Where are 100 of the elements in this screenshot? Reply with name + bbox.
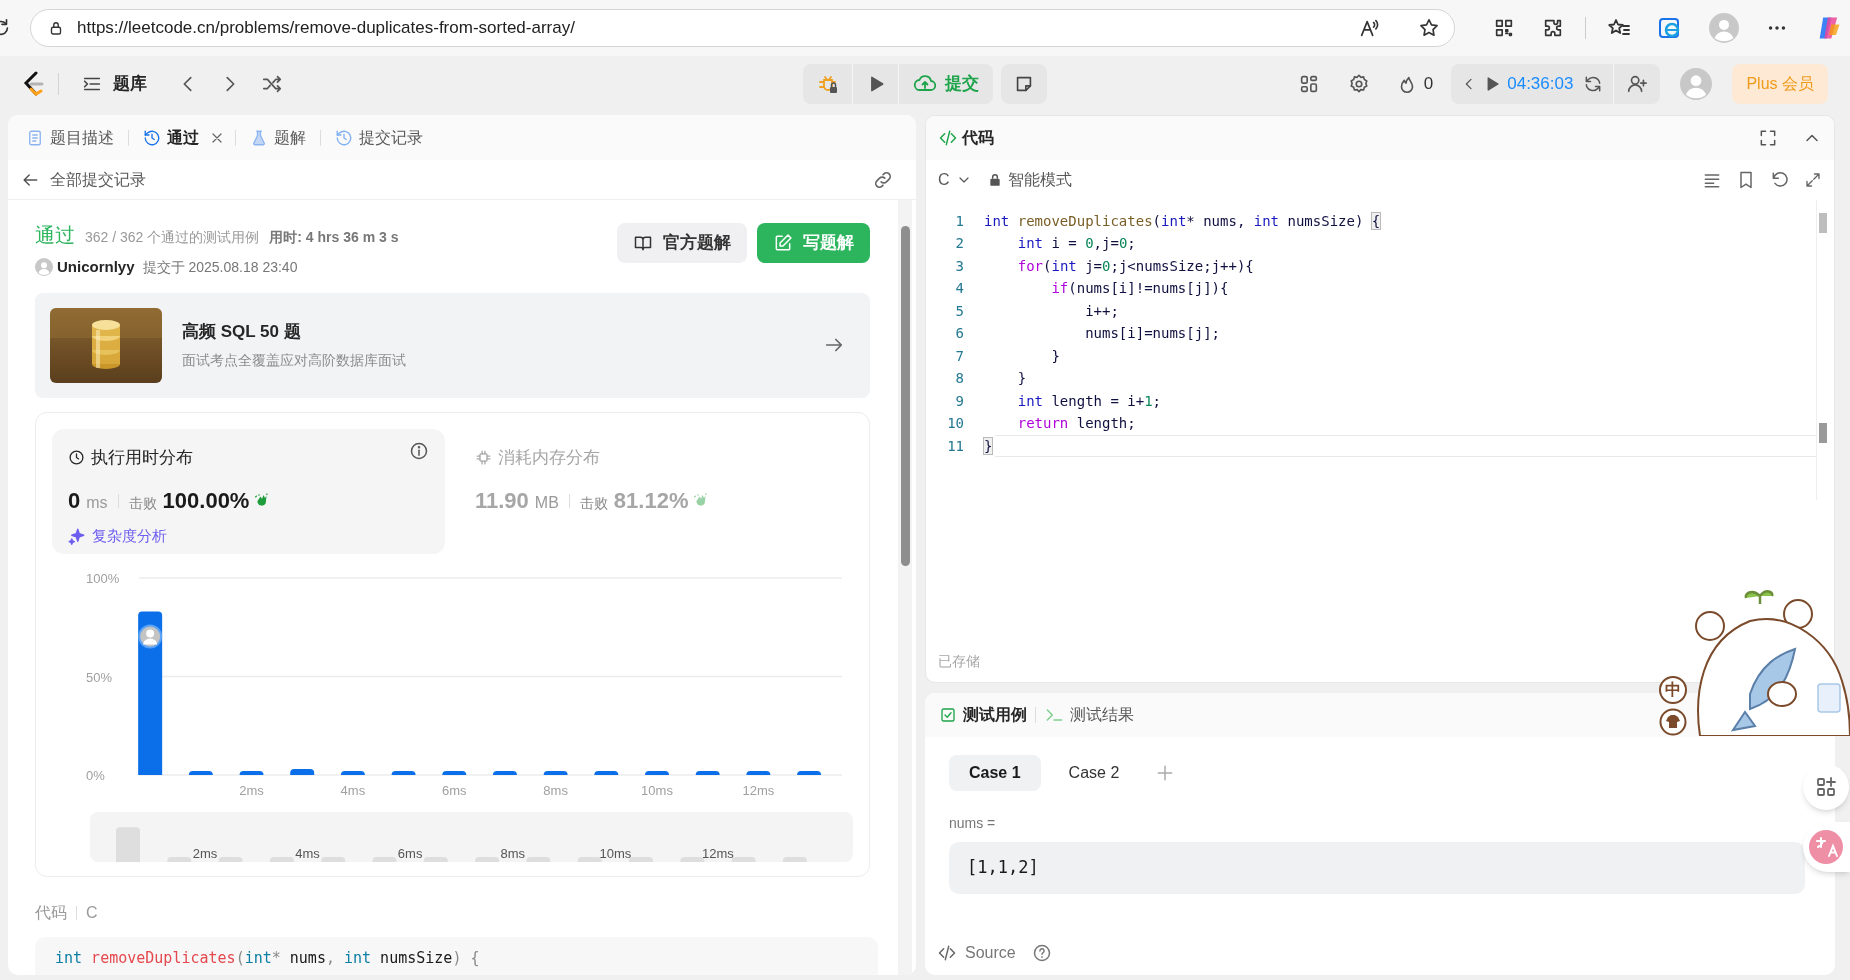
- saved-status: 已存储: [938, 652, 980, 671]
- add-widget-icon[interactable]: [1814, 775, 1838, 799]
- code-line: for(int j=0;j<numsSize;j++){: [1016, 256, 1254, 276]
- testcase-count: 362 / 362 个通过的测试用例: [85, 228, 260, 247]
- parameter-input[interactable]: [1,1,2]: [949, 842, 1805, 894]
- add-user-icon[interactable]: [1626, 73, 1649, 95]
- bar[interactable]: [492, 770, 517, 775]
- favorite-star-icon[interactable]: [1418, 17, 1440, 39]
- help-icon[interactable]: [1031, 943, 1052, 963]
- panel-tab[interactable]: 题目描述: [22, 122, 118, 153]
- panel-tab[interactable]: 提交记录: [331, 122, 427, 153]
- stat-value: 11.90: [475, 487, 529, 515]
- username-link[interactable]: Unicornlyy: [57, 256, 135, 279]
- bar[interactable]: [543, 770, 568, 775]
- overview-bar: [372, 856, 397, 862]
- bar[interactable]: [290, 768, 315, 775]
- problem-list-button[interactable]: 题库: [73, 67, 155, 101]
- code-line: return length;: [1016, 414, 1136, 434]
- overview-label: 6ms: [397, 845, 423, 861]
- read-aloud-icon[interactable]: [1358, 17, 1380, 39]
- extension-icon[interactable]: [1542, 17, 1564, 39]
- back-link[interactable]: 全部提交记录: [50, 167, 146, 192]
- shirt-icon[interactable]: [1659, 708, 1687, 736]
- bar[interactable]: [594, 770, 619, 775]
- panel-tab[interactable]: 题解: [246, 122, 310, 153]
- overview-bar: [269, 856, 294, 862]
- history-icon: [143, 128, 161, 147]
- case-tab[interactable]: Case 1: [949, 755, 1041, 791]
- code-line: i++;: [1084, 301, 1119, 321]
- scrollbar[interactable]: [898, 200, 912, 975]
- code-line: nums[i]=nums[j];: [1084, 324, 1220, 344]
- bar[interactable]: [746, 770, 771, 775]
- code-label: 代码: [35, 902, 67, 923]
- fullscreen-icon[interactable]: [1758, 128, 1778, 148]
- scrollbar[interactable]: [1816, 200, 1828, 500]
- source-link[interactable]: Source: [965, 941, 1016, 965]
- clock-icon: [68, 448, 85, 466]
- overview-bar: [218, 856, 243, 862]
- bar[interactable]: [695, 770, 720, 775]
- bar[interactable]: [645, 770, 669, 775]
- complexity-analysis-link[interactable]: 复杂度分析: [92, 525, 167, 548]
- overview-label: 4ms: [295, 845, 320, 861]
- axis-label: 0%: [86, 767, 105, 783]
- bar[interactable]: [442, 770, 467, 775]
- axis-label: 6ms: [442, 782, 467, 798]
- panel-tab[interactable]: 通过: [139, 122, 203, 153]
- case-tab[interactable]: Case 2: [1048, 755, 1140, 791]
- promo-card[interactable]: 高频 SQL 50 题 面试考点全覆盖应对高阶数据库面试: [35, 292, 870, 398]
- panel-tab[interactable]: 测试用例: [939, 703, 1027, 727]
- stat-card[interactable]: 执行用时分布 0 ms 击败 100.00% 复杂度分析: [52, 428, 445, 554]
- code-line: if(nums[i]!=nums[j]){: [1050, 279, 1229, 299]
- overview-bar: [423, 856, 448, 862]
- code-icon: [937, 943, 957, 963]
- overview-label: 2ms: [192, 845, 218, 861]
- promo-title: 高频 SQL 50 题: [182, 320, 302, 343]
- mode-select[interactable]: 智能模式: [1007, 168, 1072, 192]
- edit-icon: [773, 233, 793, 253]
- line-number: 10: [946, 414, 964, 434]
- overview-label: 12ms: [702, 845, 734, 861]
- logo-icon[interactable]: [22, 71, 44, 97]
- checkbox-icon: [939, 706, 957, 724]
- line-number: 4: [954, 279, 964, 299]
- language-select[interactable]: C: [938, 168, 972, 192]
- overview-bar: [680, 856, 705, 862]
- code-line: int removeDuplicates(int* nums, int numsSize) {: [984, 211, 1381, 231]
- promo-subtitle: 面试考点全覆盖应对高阶数据库面试: [182, 351, 407, 371]
- official-solution-button[interactable]: 官方题解: [617, 223, 747, 263]
- undo-icon[interactable]: [1770, 170, 1790, 190]
- line-number: 3: [954, 256, 964, 276]
- bar[interactable]: [340, 770, 365, 775]
- stat-card[interactable]: 消耗内存分布 11.90 MB 击败 81.12%: [445, 428, 711, 554]
- bar[interactable]: [797, 770, 822, 775]
- axis-label: 12ms: [742, 782, 775, 798]
- bar[interactable]: [188, 770, 213, 775]
- address-bar[interactable]: https://leetcode.cn/problems/remove-duplicates-from-sorted-array/: [30, 9, 1455, 47]
- overview-bar: [782, 856, 807, 862]
- settings-icon[interactable]: [1347, 73, 1370, 95]
- bar[interactable]: [391, 770, 416, 775]
- code-line: int removeDuplicates(int* nums, int numsSize) {: [55, 947, 480, 969]
- sparkle-icon: [68, 527, 86, 546]
- shuffle-icon[interactable]: [261, 73, 283, 95]
- range-overview[interactable]: 2ms 4ms 6ms 8ms 10ms 12ms: [90, 811, 853, 862]
- qr-code-icon[interactable]: [1493, 17, 1515, 39]
- overview-bar: [731, 856, 756, 862]
- beat-percent: 100.00%: [162, 487, 250, 515]
- stat-unit: MB: [534, 493, 559, 513]
- overview-bar: [475, 856, 500, 862]
- expand-icon[interactable]: [1804, 171, 1822, 189]
- code-line: int length = i+1;: [1016, 391, 1162, 411]
- beat-label: 击败: [128, 494, 157, 513]
- code-line: }: [1050, 346, 1060, 366]
- browser-e-icon[interactable]: [1658, 16, 1682, 40]
- streak-count: 0: [1423, 73, 1434, 96]
- code-line: int i = 0,j=0;: [1016, 234, 1136, 254]
- beat-label: 击败: [579, 494, 608, 513]
- bar[interactable]: [239, 770, 264, 775]
- document-icon: [26, 128, 44, 147]
- panel-tab[interactable]: 测试结果: [1044, 703, 1134, 727]
- info-icon[interactable]: [409, 440, 429, 461]
- note-button[interactable]: [1001, 64, 1047, 104]
